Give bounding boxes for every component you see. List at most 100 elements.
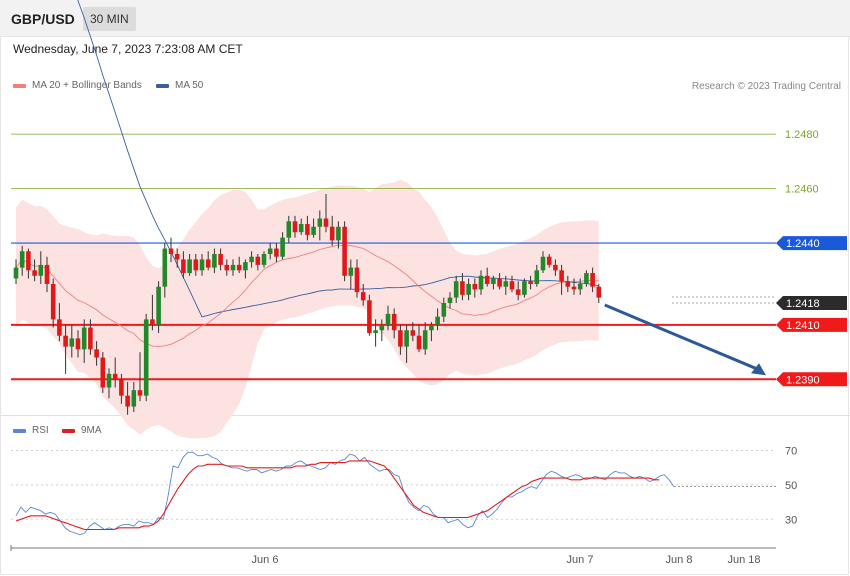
candle-body	[453, 281, 459, 298]
level-label-1.2460: 1.2460	[785, 184, 819, 196]
candle-body	[379, 324, 385, 331]
candle-body	[509, 281, 515, 290]
candle-body	[119, 379, 124, 396]
candle-body	[565, 281, 571, 287]
candle-body	[137, 390, 143, 396]
candle-body	[32, 270, 37, 276]
candle-body	[323, 218, 329, 227]
candle-body	[274, 248, 279, 257]
candle-body	[81, 327, 87, 350]
candle-body	[199, 259, 205, 271]
candle-body	[410, 330, 416, 336]
candle-body	[367, 300, 372, 333]
candle-body	[174, 253, 180, 260]
candle-body	[317, 218, 323, 227]
candle-body	[57, 319, 62, 336]
candle-body	[125, 395, 130, 407]
level-label-1.2390: 1.2390	[786, 374, 820, 386]
candle-body	[243, 262, 248, 271]
candle-body	[429, 324, 434, 331]
candle-body	[75, 338, 81, 350]
candle-body	[497, 278, 502, 287]
projection-arrowhead	[751, 363, 766, 376]
candle-body	[354, 267, 360, 293]
candle-body	[596, 286, 602, 298]
candle-body	[329, 226, 335, 241]
candle-body	[236, 264, 242, 271]
candle-body	[212, 253, 217, 268]
level-label-1.2480: 1.2480	[785, 129, 819, 141]
candle-body	[311, 226, 316, 235]
rsi-tick-label-50: 50	[785, 480, 797, 492]
candle-body	[515, 289, 521, 295]
candle-body	[590, 273, 595, 287]
candle-body	[162, 248, 168, 287]
candle-body	[63, 335, 68, 347]
price-chart: 1.2480 1.2460 1.2440 1.2418 1.2410 1.2390 30 50…	[10, 0, 847, 566]
candle-body	[112, 373, 118, 380]
candle-body	[44, 264, 50, 284]
candle-body	[503, 281, 509, 287]
candle-body	[267, 248, 273, 254]
candle-body	[131, 390, 137, 407]
candle-body	[249, 256, 254, 263]
level-label-1.2440: 1.2440	[786, 238, 820, 250]
candle-body	[466, 283, 471, 295]
candle-body	[261, 253, 267, 265]
candle-body	[460, 281, 465, 295]
candle-body	[292, 221, 298, 233]
candle-body	[38, 264, 44, 276]
candle-body	[298, 224, 304, 233]
candle-body	[94, 349, 99, 358]
rsi-tick-label-70: 70	[785, 446, 797, 458]
candle-body	[553, 264, 558, 271]
candle-body	[491, 278, 496, 284]
candle-body	[106, 373, 112, 388]
candle-body	[224, 264, 230, 271]
rsi-panel: 30 50 70	[11, 446, 797, 536]
candle-body	[559, 270, 564, 282]
candle-body	[280, 237, 285, 257]
candle-body	[484, 275, 490, 284]
candle-body	[342, 226, 347, 276]
x-tick-label: Jun 18	[727, 554, 760, 566]
candle-body	[193, 259, 199, 271]
x-tick-label: Jun 6	[252, 554, 279, 566]
rsi-line	[15, 451, 675, 536]
candle-body	[577, 283, 583, 290]
candle-body	[286, 221, 292, 238]
candle-body	[218, 253, 223, 265]
candle-body	[540, 256, 546, 271]
candle-body	[50, 283, 56, 320]
level-label-1.2418: 1.2418	[786, 298, 820, 310]
level-label-1.2410: 1.2410	[786, 320, 820, 332]
candle-body	[422, 330, 428, 350]
candle-body	[571, 286, 577, 290]
candle-body	[143, 319, 149, 396]
candle-body	[100, 357, 106, 388]
candle-body	[478, 275, 484, 290]
candle-body	[398, 330, 403, 347]
candle-body	[391, 313, 397, 331]
candle-body	[88, 327, 93, 350]
candle-body	[187, 259, 192, 274]
candle-body	[13, 267, 19, 279]
candle-body	[435, 316, 440, 325]
x-tick-label: Jun 7	[567, 554, 594, 566]
projection-arrow	[604, 303, 759, 371]
candle-body	[26, 251, 31, 271]
candle-body	[205, 259, 211, 268]
candle-body	[385, 313, 391, 325]
x-tick-label: Jun 8	[666, 554, 693, 566]
candle-body	[522, 281, 527, 295]
candle-body	[336, 226, 341, 241]
candle-body	[348, 267, 354, 276]
candle-body	[230, 264, 236, 271]
candle-body	[584, 273, 589, 284]
candle-body	[305, 224, 310, 235]
candle-body	[255, 256, 261, 265]
candle-body	[156, 286, 161, 325]
candle-body	[168, 248, 174, 254]
candle-body	[441, 303, 447, 317]
candle-body	[534, 270, 540, 284]
